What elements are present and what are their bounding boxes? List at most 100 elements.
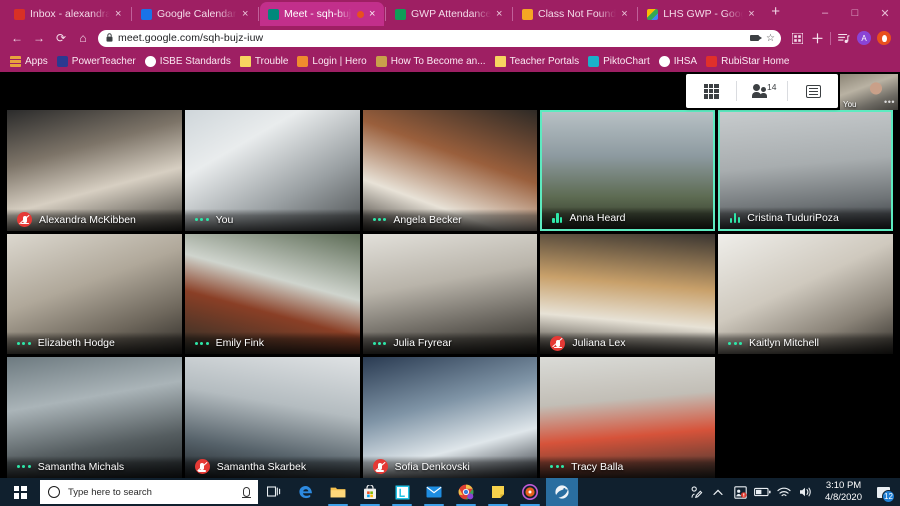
participants-button[interactable]: 14 <box>737 74 787 108</box>
bookmark-item[interactable]: How To Become an... <box>374 55 493 67</box>
tab-close-icon[interactable]: × <box>242 8 251 20</box>
back-icon[interactable]: ← <box>6 27 28 49</box>
browser-profile-icon[interactable] <box>874 28 894 48</box>
browser-tab[interactable]: Class Not Found × <box>514 2 636 26</box>
browser-tab[interactable]: Inbox - alexandra.vo × <box>6 2 130 26</box>
media-player-icon[interactable] <box>514 478 546 506</box>
participant-tile[interactable]: Angela Becker <box>362 110 538 231</box>
address-bar[interactable]: meet.google.com/sqh-bujz-iuw ☆ <box>98 29 781 47</box>
microphone-icon[interactable] <box>242 487 251 499</box>
tab-close-icon[interactable]: × <box>369 8 378 20</box>
self-view-thumbnail[interactable]: You ••• <box>840 74 898 110</box>
search-input[interactable]: Type here to search <box>40 480 258 504</box>
battery-icon[interactable] <box>751 478 773 506</box>
new-tab-button[interactable]: + <box>763 3 788 23</box>
participant-namebar: Angela Becker <box>362 208 538 231</box>
clock[interactable]: 3:10 PM 4/8/2020 <box>817 480 870 504</box>
bookmark-item[interactable]: PowerTeacher <box>55 55 143 67</box>
bookmark-label: How To Become an... <box>390 55 486 67</box>
self-view-more-icon[interactable]: ••• <box>884 97 895 107</box>
photos-icon[interactable] <box>546 478 578 506</box>
show-hidden-icons-chevron[interactable] <box>707 478 729 506</box>
pen-tray-icon[interactable] <box>685 478 707 506</box>
people-icon: 14 <box>752 82 776 98</box>
start-button[interactable] <box>0 478 40 506</box>
participant-count: 14 <box>767 82 777 92</box>
audio-idle-icon <box>194 218 209 222</box>
participant-tile[interactable]: Julia Fryrear <box>362 233 538 355</box>
bookmark-label: IHSA <box>673 55 698 67</box>
tab-close-icon[interactable]: × <box>115 8 124 20</box>
lausd-app-icon[interactable] <box>386 478 418 506</box>
security-icon[interactable] <box>729 478 751 506</box>
bookmark-item[interactable]: Trouble <box>238 55 296 67</box>
bookmark-item[interactable]: PiktoChart <box>586 55 657 67</box>
participant-tile[interactable]: Samantha Skarbek <box>184 357 360 478</box>
cortana-circle-icon <box>48 486 60 498</box>
browser-tab[interactable]: Meet - sqh-bujz × <box>260 2 384 26</box>
bookmark-item[interactable]: IHSA <box>657 55 704 67</box>
home-icon[interactable]: ⌂ <box>72 27 94 49</box>
participant-tile[interactable]: Juliana Lex <box>540 233 716 355</box>
mail-icon[interactable] <box>418 478 450 506</box>
tab-title: Google Calendar - A <box>157 8 237 20</box>
participant-tile[interactable]: Cristina TuduriPoza <box>718 110 893 231</box>
close-window-button[interactable]: ✕ <box>870 0 900 26</box>
participant-tile[interactable]: Tracy Balla <box>540 357 716 478</box>
participant-tile[interactable]: Alexandra McKibben <box>7 110 182 231</box>
participant-tile[interactable]: Kaitlyn Mitchell <box>718 233 893 355</box>
bookmark-item[interactable]: Teacher Portals <box>493 55 586 67</box>
profile-avatar[interactable]: A <box>854 28 874 48</box>
participant-name: Anna Heard <box>569 211 626 224</box>
maximize-button[interactable]: □ <box>840 0 870 26</box>
browser-tab[interactable]: Google Calendar - A × <box>133 2 257 26</box>
chat-button[interactable] <box>788 74 838 108</box>
participant-name: Kaitlyn Mitchell <box>748 337 819 350</box>
bookmark-icon <box>375 55 387 67</box>
participant-namebar: Sofia Denkovski <box>362 455 538 478</box>
participant-tile[interactable]: Samantha Michals <box>7 357 182 478</box>
microsoft-store-icon[interactable] <box>354 478 386 506</box>
tab-title: Meet - sqh-bujz <box>284 8 352 20</box>
participant-tile[interactable]: Elizabeth Hodge <box>7 233 182 355</box>
participant-tile[interactable]: Emily Fink <box>184 233 360 355</box>
participant-tile[interactable]: You <box>184 110 360 231</box>
participant-namebar: Cristina TuduriPoza <box>720 206 891 229</box>
notification-center-button[interactable]: 12 <box>870 478 896 506</box>
chrome-icon[interactable] <box>450 478 482 506</box>
tab-close-icon[interactable]: × <box>621 8 630 20</box>
browser-tab[interactable]: GWP Attendance - G × <box>387 2 511 26</box>
volume-icon[interactable] <box>795 478 817 506</box>
edge-icon[interactable] <box>290 478 322 506</box>
camera-blocked-icon[interactable] <box>750 35 763 41</box>
participant-tile[interactable]: Anna Heard <box>540 110 716 231</box>
participant-namebar: Alexandra McKibben <box>7 208 182 231</box>
wifi-icon[interactable] <box>773 478 795 506</box>
file-explorer-icon[interactable] <box>322 478 354 506</box>
tab-separator <box>258 7 259 21</box>
tab-title: LHS GWP - Google D <box>663 8 743 20</box>
task-view-icon[interactable] <box>258 478 290 506</box>
tab-close-icon[interactable]: × <box>496 8 505 20</box>
forward-icon[interactable]: → <box>28 27 50 49</box>
tab-audio-indicator-icon[interactable] <box>357 10 364 18</box>
layout-grid-button[interactable] <box>686 74 736 108</box>
calendar-icon <box>141 8 152 20</box>
bookmark-item[interactable]: Apps <box>8 55 55 67</box>
bookmark-star-icon[interactable]: ☆ <box>766 33 775 44</box>
extensions-grid-icon[interactable] <box>787 28 807 48</box>
tab-close-icon[interactable]: × <box>748 8 757 20</box>
minimize-button[interactable]: – <box>810 0 840 26</box>
browser-tab[interactable]: LHS GWP - Google D × <box>639 2 763 26</box>
participant-namebar: Juliana Lex <box>540 332 716 355</box>
bookmark-item[interactable]: RubiStar Home <box>704 55 796 67</box>
bookmark-item[interactable]: ISBE Standards <box>143 55 238 67</box>
reading-list-icon[interactable] <box>834 28 854 48</box>
sticky-notes-icon[interactable] <box>482 478 514 506</box>
add-icon[interactable] <box>807 28 827 48</box>
bookmarks-bar: Apps PowerTeacher ISBE Standards Trouble Log… <box>0 50 900 72</box>
reload-icon[interactable]: ⟳ <box>50 27 72 49</box>
meet-top-controls: 14 <box>686 74 838 108</box>
participant-tile[interactable]: Sofia Denkovski <box>362 357 538 478</box>
bookmark-item[interactable]: Login | Hero <box>295 55 373 67</box>
